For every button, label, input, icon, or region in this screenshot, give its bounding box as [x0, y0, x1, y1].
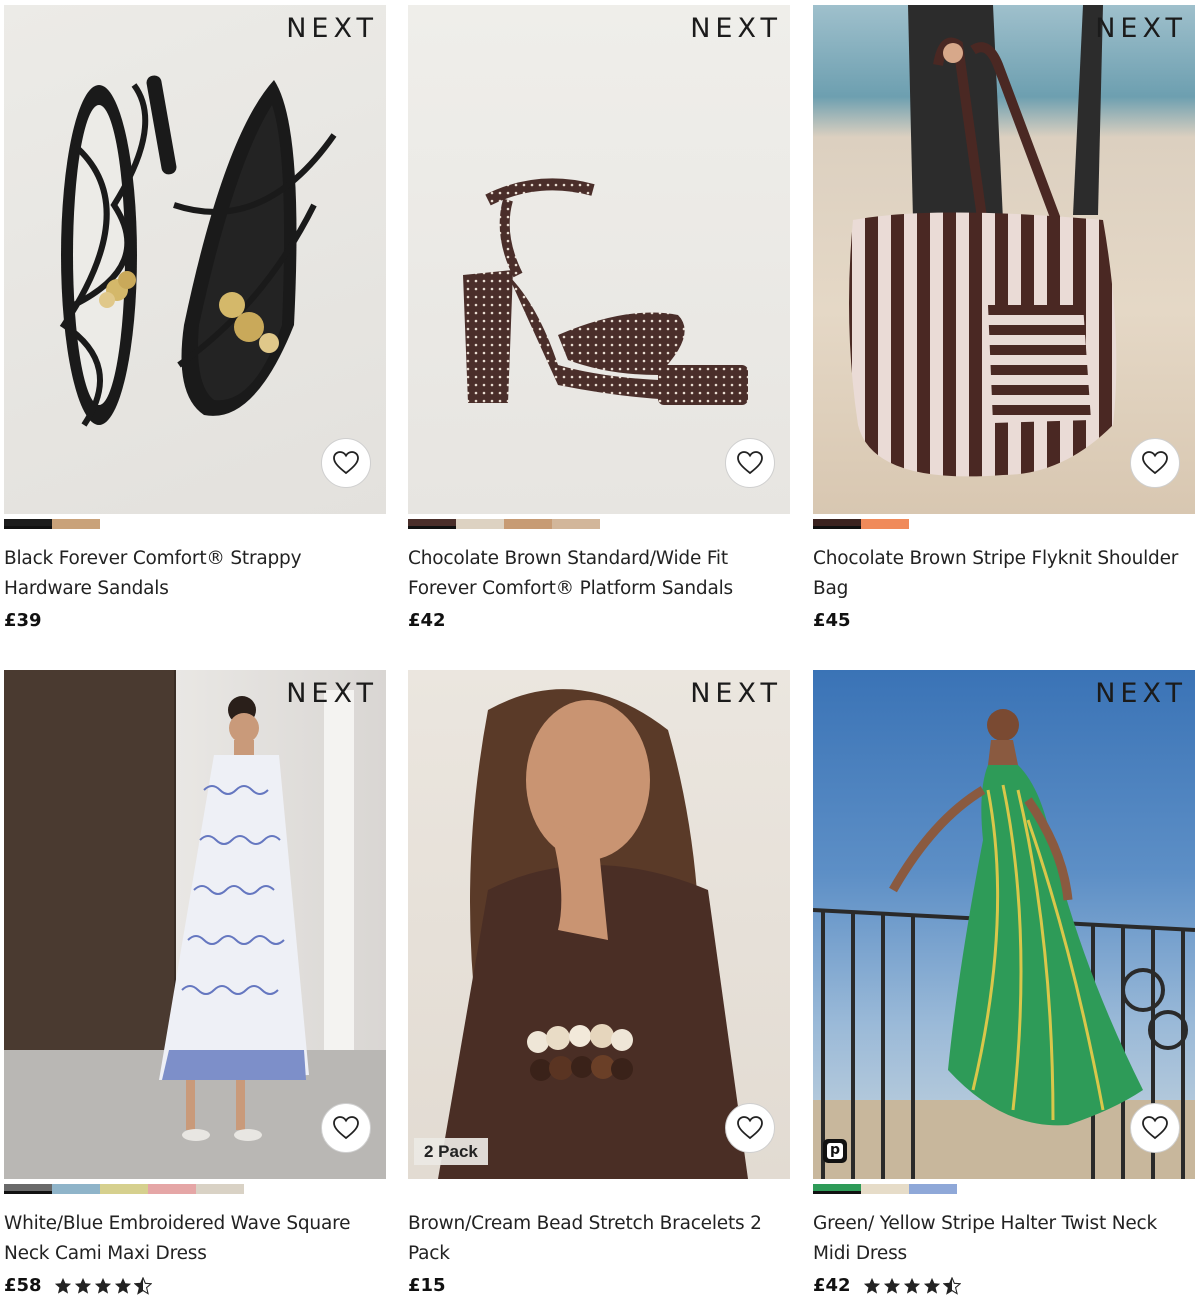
- wave-dress-illustration: [4, 670, 386, 1179]
- heart-outline-icon: [333, 451, 359, 475]
- brand-logo: NEXT: [1095, 678, 1187, 709]
- star-icon: [863, 1277, 880, 1294]
- brand-logo: NEXT: [690, 13, 782, 44]
- brand-logo: NEXT: [286, 13, 378, 44]
- product-title[interactable]: Chocolate Brown Standard/Wide Fit Foreve…: [408, 544, 790, 604]
- product-image[interactable]: NEXT: [813, 5, 1195, 514]
- heel-illustration: [463, 178, 748, 405]
- heart-outline-icon: [737, 1116, 763, 1140]
- sandals-illustration: [59, 75, 337, 427]
- product-image[interactable]: NEXT: [4, 670, 386, 1179]
- product-card[interactable]: NEXT Chocolate Brown Stripe Flyknit Shou…: [813, 5, 1195, 631]
- colour-swatch[interactable]: [4, 519, 52, 529]
- colour-swatch[interactable]: [148, 1184, 196, 1194]
- product-title[interactable]: Brown/Cream Bead Stretch Bracelets 2 Pac…: [408, 1209, 790, 1269]
- brand-logo: NEXT: [286, 678, 378, 709]
- heart-outline-icon: [1142, 451, 1168, 475]
- favourite-button[interactable]: [725, 438, 775, 488]
- product-price: £15: [408, 1275, 446, 1295]
- product-card[interactable]: NEXT White/Blue Embroidered Wave Square …: [4, 670, 386, 1295]
- rating-stars[interactable]: [54, 1276, 152, 1295]
- product-card[interactable]: NEXT p Green/ Yellow Stripe Halter Twist…: [813, 670, 1195, 1295]
- bag-illustration: [849, 5, 1117, 477]
- colour-swatch[interactable]: [456, 519, 504, 529]
- product-image[interactable]: NEXT 2 Pack: [408, 670, 790, 1179]
- colour-swatch[interactable]: [52, 1184, 100, 1194]
- pack-badge: 2 Pack: [414, 1138, 488, 1165]
- favourite-button[interactable]: [321, 438, 371, 488]
- star-icon: [94, 1277, 111, 1294]
- heart-outline-icon: [1142, 1116, 1168, 1140]
- green-dress-illustration: [813, 709, 1195, 1179]
- colour-swatches: [408, 519, 790, 529]
- colour-swatches: [813, 1184, 1195, 1194]
- colour-swatches: [4, 519, 386, 529]
- product-image[interactable]: NEXT: [408, 5, 790, 514]
- heart-outline-icon: [333, 1116, 359, 1140]
- product-title[interactable]: Chocolate Brown Stripe Flyknit Shoulder …: [813, 544, 1195, 604]
- product-card[interactable]: NEXT Black Forever Comfort® Strappy Hard…: [4, 5, 386, 631]
- product-price: £39: [4, 610, 42, 631]
- product-title[interactable]: Black Forever Comfort® Strappy Hardware …: [4, 544, 386, 604]
- colour-swatches: [408, 1184, 790, 1194]
- colour-swatch[interactable]: [861, 1184, 909, 1194]
- colour-swatches: [813, 519, 1195, 529]
- rating-stars[interactable]: [863, 1276, 961, 1295]
- colour-swatch[interactable]: [552, 519, 600, 529]
- product-price: £58: [4, 1275, 42, 1295]
- colour-swatch[interactable]: [100, 1184, 148, 1194]
- favourite-button[interactable]: [321, 1103, 371, 1153]
- star-icon: [74, 1277, 91, 1294]
- favourite-button[interactable]: [1130, 1103, 1180, 1153]
- product-price: £42: [813, 1275, 851, 1295]
- star-icon: [54, 1277, 71, 1294]
- star-half-icon: [942, 1276, 961, 1295]
- colour-swatches: [4, 1184, 386, 1194]
- product-image[interactable]: NEXT: [4, 5, 386, 514]
- bracelets-illustration: [438, 689, 748, 1179]
- star-icon: [923, 1277, 940, 1294]
- colour-swatch[interactable]: [196, 1184, 244, 1194]
- product-title[interactable]: White/Blue Embroidered Wave Square Neck …: [4, 1209, 386, 1269]
- colour-swatch[interactable]: [813, 1184, 861, 1194]
- product-image[interactable]: NEXT p: [813, 670, 1195, 1179]
- colour-swatch[interactable]: [813, 519, 861, 529]
- star-half-icon: [133, 1276, 152, 1295]
- colour-swatch[interactable]: [909, 1184, 957, 1194]
- colour-swatch[interactable]: [4, 1184, 52, 1194]
- favourite-button[interactable]: [725, 1103, 775, 1153]
- colour-swatch[interactable]: [504, 519, 552, 529]
- product-grid: NEXT Black Forever Comfort® Strappy Hard…: [0, 0, 1200, 1295]
- product-card[interactable]: NEXT Chocolate Brown Standard/Wide Fit F…: [408, 5, 790, 631]
- partner-badge-icon: p: [823, 1139, 847, 1163]
- star-icon: [883, 1277, 900, 1294]
- brand-logo: NEXT: [690, 678, 782, 709]
- product-price: £42: [408, 610, 446, 631]
- product-card[interactable]: NEXT 2 Pack Brown/Cream Bead Stretch Bra…: [408, 670, 790, 1295]
- product-title[interactable]: Green/ Yellow Stripe Halter Twist Neck M…: [813, 1209, 1195, 1269]
- star-icon: [903, 1277, 920, 1294]
- brand-logo: NEXT: [1095, 13, 1187, 44]
- heart-outline-icon: [737, 451, 763, 475]
- colour-swatch[interactable]: [52, 519, 100, 529]
- colour-swatch[interactable]: [408, 519, 456, 529]
- colour-swatch[interactable]: [861, 519, 909, 529]
- star-icon: [114, 1277, 131, 1294]
- product-price: £45: [813, 610, 851, 631]
- favourite-button[interactable]: [1130, 438, 1180, 488]
